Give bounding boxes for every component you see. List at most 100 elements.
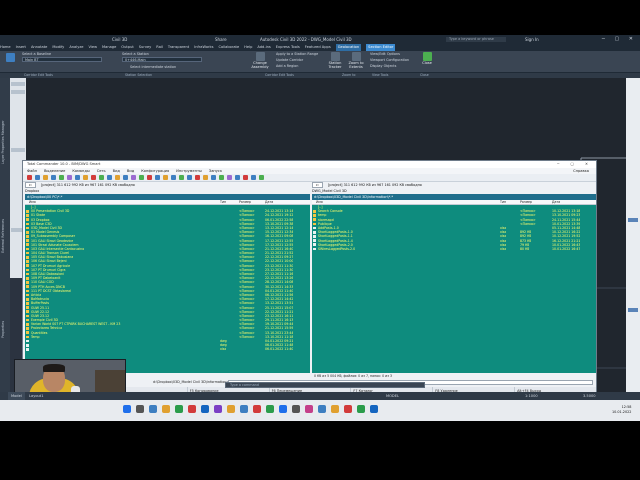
toolbar-icon[interactable] <box>251 175 256 180</box>
taskbar-app-icon[interactable] <box>188 405 196 413</box>
toolbar-icon[interactable] <box>163 175 168 180</box>
viewport-config[interactable]: Viewport Configuration <box>370 58 409 62</box>
toolbar-icon[interactable] <box>203 175 208 180</box>
taskbar-app-icon[interactable] <box>253 405 261 413</box>
toolbar-icon[interactable] <box>219 175 224 180</box>
ribbon-tab[interactable]: Annotate <box>31 44 47 51</box>
toolbar-icon[interactable] <box>123 175 128 180</box>
autocad-command-input[interactable]: Type a command <box>225 382 425 388</box>
add-region-button[interactable]: Add a Region <box>276 64 298 68</box>
window-controls[interactable]: ─ ▢ ✕ <box>602 35 637 44</box>
tc-menu-item[interactable]: Конфигурация <box>141 169 169 173</box>
toolbar-icon[interactable] <box>43 175 48 180</box>
tc-menu-item[interactable]: Команды <box>72 169 89 173</box>
ribbon-tab[interactable]: Add-ins <box>257 44 270 51</box>
toolbar-icon[interactable] <box>99 175 104 180</box>
taskbar-app-icon[interactable] <box>318 405 326 413</box>
workspace-selector[interactable]: Civil 3D <box>112 35 127 44</box>
ribbon-tab[interactable]: Analyze <box>69 44 83 51</box>
import-button[interactable] <box>3 53 17 62</box>
tc-menu-item[interactable]: Запуск <box>209 169 222 173</box>
toolbar-icon[interactable] <box>235 175 240 180</box>
external-references-tab[interactable]: External References <box>1 193 9 253</box>
taskbar-app-icon[interactable] <box>136 405 144 413</box>
ribbon-tab[interactable]: Insert <box>16 44 26 51</box>
search-input[interactable]: Type a keyword or phrase <box>446 37 506 42</box>
ribbon-tab[interactable]: Home <box>0 44 11 51</box>
toolbar-icon[interactable] <box>51 175 56 180</box>
toolbar-button[interactable] <box>628 218 638 222</box>
elevation-value[interactable]: 3.5000 <box>580 392 599 400</box>
taskbar-app-icon[interactable] <box>162 405 170 413</box>
toolbar-icon[interactable] <box>107 175 112 180</box>
file-list[interactable]: [..] 00 Presentation Civil 3D <Папка> 24.12… <box>25 205 310 373</box>
update-corridor-button[interactable]: Update Corridor <box>276 58 303 62</box>
ribbon-tab[interactable]: Featured Apps <box>305 44 331 51</box>
properties-tab[interactable]: Properties <box>1 298 9 338</box>
toolbar-icon[interactable] <box>211 175 216 180</box>
layer-properties-tab[interactable]: Layer Properties Manager <box>1 84 9 164</box>
ribbon-tab[interactable]: View <box>88 44 97 51</box>
view-edit-options[interactable]: View/Edit Options <box>370 52 400 56</box>
taskbar-app-icon[interactable] <box>331 405 339 413</box>
ribbon-tab[interactable]: Rail <box>156 44 163 51</box>
taskbar-app-icon[interactable] <box>266 405 274 413</box>
toolbar-icon[interactable] <box>259 175 264 180</box>
start-icon[interactable] <box>123 405 131 413</box>
toolbar-icon[interactable] <box>147 175 152 180</box>
toolbar-icon[interactable] <box>195 175 200 180</box>
toolbar-icon[interactable] <box>187 175 192 180</box>
baseline-select[interactable]: Main BT <box>22 57 102 62</box>
taskbar-app-icon[interactable] <box>357 405 365 413</box>
tc-menu-item[interactable]: Инструменты <box>176 169 202 173</box>
ribbon-tab[interactable]: Output <box>121 44 133 51</box>
ribbon-tab[interactable]: Manage <box>102 44 116 51</box>
station-select[interactable]: 0+446.Main <box>122 57 202 62</box>
apply-range-button[interactable]: Apply to a Station Range <box>276 52 318 56</box>
close-editor-button[interactable]: Close <box>418 52 436 65</box>
system-clock[interactable]: 12:58 10.01.2022 <box>612 405 631 415</box>
toolbar-icon[interactable] <box>75 175 80 180</box>
ribbon-tab[interactable]: Help <box>244 44 252 51</box>
ribbon-tab[interactable]: Geolocation <box>335 44 362 51</box>
ribbon-tab[interactable]: InfraWorks <box>194 44 213 51</box>
ribbon-tab[interactable]: Modify <box>52 44 64 51</box>
tab-layout1[interactable]: Layout1 <box>26 392 47 400</box>
taskbar-app-icon[interactable] <box>305 405 313 413</box>
ribbon-tab[interactable]: Express Tools <box>276 44 300 51</box>
file-row[interactable]: xlsx 06.01.2022 11:40 <box>25 347 310 351</box>
toolbar-icon[interactable] <box>131 175 136 180</box>
toolbar-icon[interactable] <box>59 175 64 180</box>
toolbar-icon[interactable] <box>115 175 120 180</box>
toolbar-icon[interactable] <box>155 175 160 180</box>
toolbar-icon[interactable] <box>227 175 232 180</box>
annotation-scale[interactable]: 1:1000 <box>522 392 541 400</box>
toolbar-icon[interactable] <box>35 175 40 180</box>
change-assembly-button[interactable]: Change Assembly <box>250 52 270 69</box>
tab-model[interactable]: Model <box>8 392 25 400</box>
file-row[interactable]: SWiresLoggedPosts-2.0 xlsx 80 Кб 10.01.2022… <box>312 247 596 251</box>
taskbar-app-icon[interactable] <box>175 405 183 413</box>
taskbar-app-icon[interactable] <box>149 405 157 413</box>
toolbar-icon[interactable] <box>171 175 176 180</box>
taskbar-app-icon[interactable] <box>240 405 248 413</box>
ribbon-tab[interactable]: Transparent <box>168 44 189 51</box>
station-tracker-button[interactable]: Station Tracker <box>325 52 345 69</box>
taskbar-app-icon[interactable] <box>201 405 209 413</box>
toolbar-icon[interactable] <box>91 175 96 180</box>
ribbon-tab[interactable]: Survey <box>139 44 152 51</box>
tc-menu-item[interactable]: Вид <box>113 169 120 173</box>
share-button[interactable]: Share <box>215 35 227 44</box>
taskbar-app-icon[interactable] <box>214 405 222 413</box>
tc-menu-item[interactable]: Вид <box>127 169 134 173</box>
zoom-extents-button[interactable]: Zoom to Extents <box>346 52 366 69</box>
toolbar-icon[interactable] <box>83 175 88 180</box>
taskbar-app-icon[interactable] <box>344 405 352 413</box>
toolbar-icon[interactable] <box>67 175 72 180</box>
tc-window-controls[interactable]: ─ ▢ ✕ <box>557 161 593 168</box>
toolbar-icon[interactable] <box>179 175 184 180</box>
tc-menu-item[interactable]: Выделение <box>44 169 65 173</box>
taskbar-app-icon[interactable] <box>370 405 378 413</box>
toolbar-icon[interactable] <box>27 175 32 180</box>
taskbar-app-icon[interactable] <box>227 405 235 413</box>
